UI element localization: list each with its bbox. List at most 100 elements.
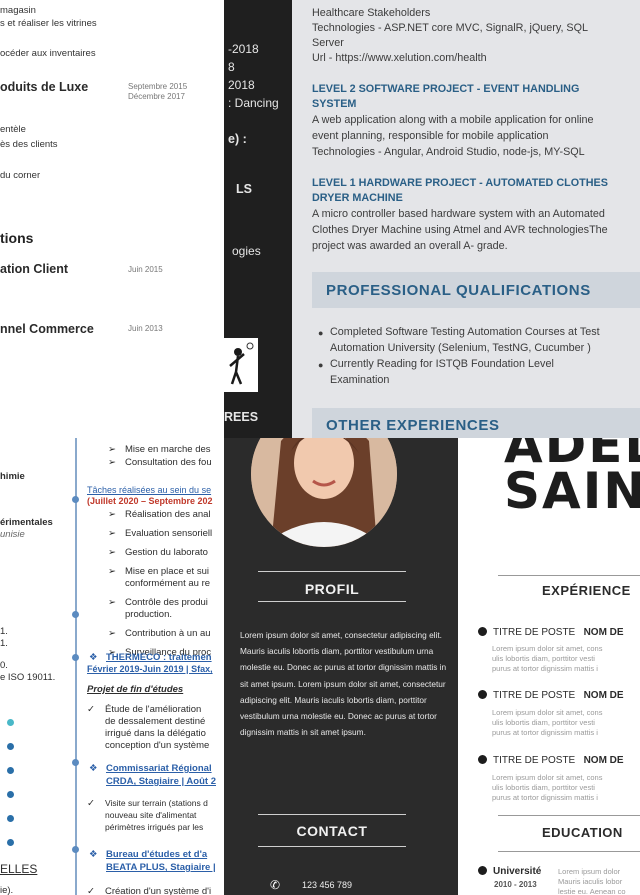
dark-resume-strip: -2018 8 2018 : Dancing e) : LS ogies REE… [224, 0, 292, 438]
text-line: A micro controller based hardware system… [312, 208, 605, 220]
task-line: Gestion du laborato [125, 547, 208, 558]
text-line: ie). [0, 885, 14, 895]
education-description: Mauris iaculis lobor [558, 877, 623, 886]
divider [498, 815, 640, 816]
arrow-icon: ➢ [108, 457, 116, 468]
bullet-icon [478, 690, 487, 699]
job-description: ulis lobortis diam, porttitor vesti [492, 654, 595, 663]
french-resume-bottom-left: himie érimentales unisie 1. 1. 0. e ISO … [0, 438, 224, 895]
arrow-icon: ➢ [108, 597, 116, 608]
diamond-bullet-icon: ❖ [89, 849, 98, 860]
text-line: project was awarded an overall A- grade. [312, 240, 508, 252]
education-description: lestie eu. Aenean co [558, 887, 626, 895]
task-header: Tâches réalisées au sein du se [87, 485, 212, 495]
text-line: Technologies - Angular, Android Studio, … [312, 146, 585, 158]
divider [498, 575, 640, 576]
text-line: ogies [232, 244, 261, 258]
task-line: production. [125, 609, 173, 620]
text-line: du corner [0, 170, 41, 181]
name-last: SAINDU [504, 462, 640, 520]
project-label: Projet de fin d'études [87, 684, 184, 695]
task-line: Contrôle des produi [125, 597, 208, 608]
job-title: TITRE DE POSTE [493, 755, 576, 766]
job-description: purus at tortor dignissim mattis i [492, 664, 598, 673]
bullet-icon [478, 627, 487, 636]
job-entry: TITRE DE POSTE NOM DE [478, 690, 624, 701]
project-title: LEVEL 1 HARDWARE PROJECT - AUTOMATED CLO… [312, 177, 608, 189]
arrow-icon: ➢ [108, 528, 116, 539]
skill-dot [7, 719, 14, 726]
text-line: 8 [228, 60, 235, 74]
profile-photo [251, 438, 397, 547]
company-name: THERMECO : traitemen [106, 652, 212, 663]
contact-heading: CONTACT [296, 823, 368, 839]
job-date-start: Septembre 2015 [128, 82, 188, 91]
study-line: conception d'un système [105, 740, 210, 751]
text-line: ès des clients [0, 139, 58, 150]
education-years: 2010 - 2013 [494, 880, 537, 889]
task-line: Réalisation des anal [125, 509, 211, 520]
project-title: SYSTEM [312, 98, 357, 110]
text-line: event planning, responsible for mobile a… [312, 130, 549, 142]
bullet-icon [478, 755, 487, 764]
text-line: Technologies - ASP.NET core MVC, SignalR… [312, 22, 589, 34]
education-description: Lorem ipsum dolor [558, 867, 621, 876]
job-title: TITRE DE POSTE [493, 690, 576, 701]
visit-line: périmètres irrigués par les [105, 822, 204, 832]
timeline-node [72, 846, 79, 853]
text-line: 1. [0, 626, 8, 637]
section-heading: LS [236, 182, 252, 196]
project-title: DRYER MACHINE [312, 192, 403, 204]
task-line: Consultation des fou [125, 457, 212, 468]
job-description: purus at tortor dignissim mattis i [492, 793, 598, 802]
skill-dot [7, 839, 14, 846]
task-dates: (Juillet 2020 – Septembre 202 [87, 496, 213, 506]
task-line: Evaluation sensoriell [125, 528, 213, 539]
timeline-node [72, 654, 79, 661]
training-date: Juin 2013 [128, 324, 163, 333]
text-line: océder aux inventaires [0, 48, 96, 59]
bullet-icon: ● [318, 328, 324, 338]
section-heading: PROFESSIONAL QUALIFICATIONS [326, 282, 591, 299]
text-line: s et réaliser les vitrines [0, 18, 97, 29]
white-resume-bottom-right: ADELA SAINDU EXPÉRIENCE TITRE DE POSTE N… [458, 438, 640, 895]
text-line: érimentales [0, 517, 53, 528]
check-icon: ✓ [87, 704, 95, 715]
text-line: magasin [0, 5, 36, 16]
job-title: TITRE DE POSTE [493, 627, 576, 638]
company-name: NOM DE [583, 627, 624, 638]
skill-dot [7, 767, 14, 774]
qualification-item: Examination [330, 374, 390, 386]
education-heading: EDUCATION [542, 825, 623, 840]
arrow-icon: ➢ [108, 566, 116, 577]
study-line: irrigué dans la délégatio [105, 728, 206, 739]
portrait-illustration [251, 438, 397, 547]
section-heading: REES [224, 410, 259, 424]
job-description: purus at tortor dignissim mattis i [492, 728, 598, 737]
task-line: Mise en place et sui [125, 566, 209, 577]
job-description: ulis lobortis diam, porttitor vesti [492, 718, 595, 727]
timeline-node [72, 611, 79, 618]
text-line: e ISO 19011. [0, 672, 56, 683]
study-line: de dessalement destiné [105, 716, 206, 727]
project-url: Url - https://www.xelution.com/health [312, 52, 487, 64]
job-description: Lorem ipsum dolor sit amet, cons [492, 773, 603, 782]
training-title: nnel Commerce [0, 322, 94, 336]
text-line: 0. [0, 660, 8, 671]
phone-icon: ✆ [270, 878, 281, 892]
section-heading: OTHER EXPERIENCES [326, 417, 500, 434]
divider [258, 601, 406, 602]
french-resume-top-left: magasin s et réaliser les vitrines océde… [0, 0, 224, 438]
text-line: -2018 [228, 42, 259, 56]
experience-heading: EXPÉRIENCE [542, 583, 631, 598]
skill-dot [7, 743, 14, 750]
text-line: unisie [0, 529, 25, 540]
school-name: Université [493, 866, 542, 877]
timeline-line [75, 438, 77, 895]
job-date-end: Décembre 2017 [128, 92, 185, 101]
arrow-icon: ➢ [108, 444, 116, 455]
training-date: Juin 2015 [128, 265, 163, 274]
training-title: ation Client [0, 262, 69, 276]
cartoon-figure-image [224, 338, 258, 392]
text-line: entèle [0, 124, 26, 135]
